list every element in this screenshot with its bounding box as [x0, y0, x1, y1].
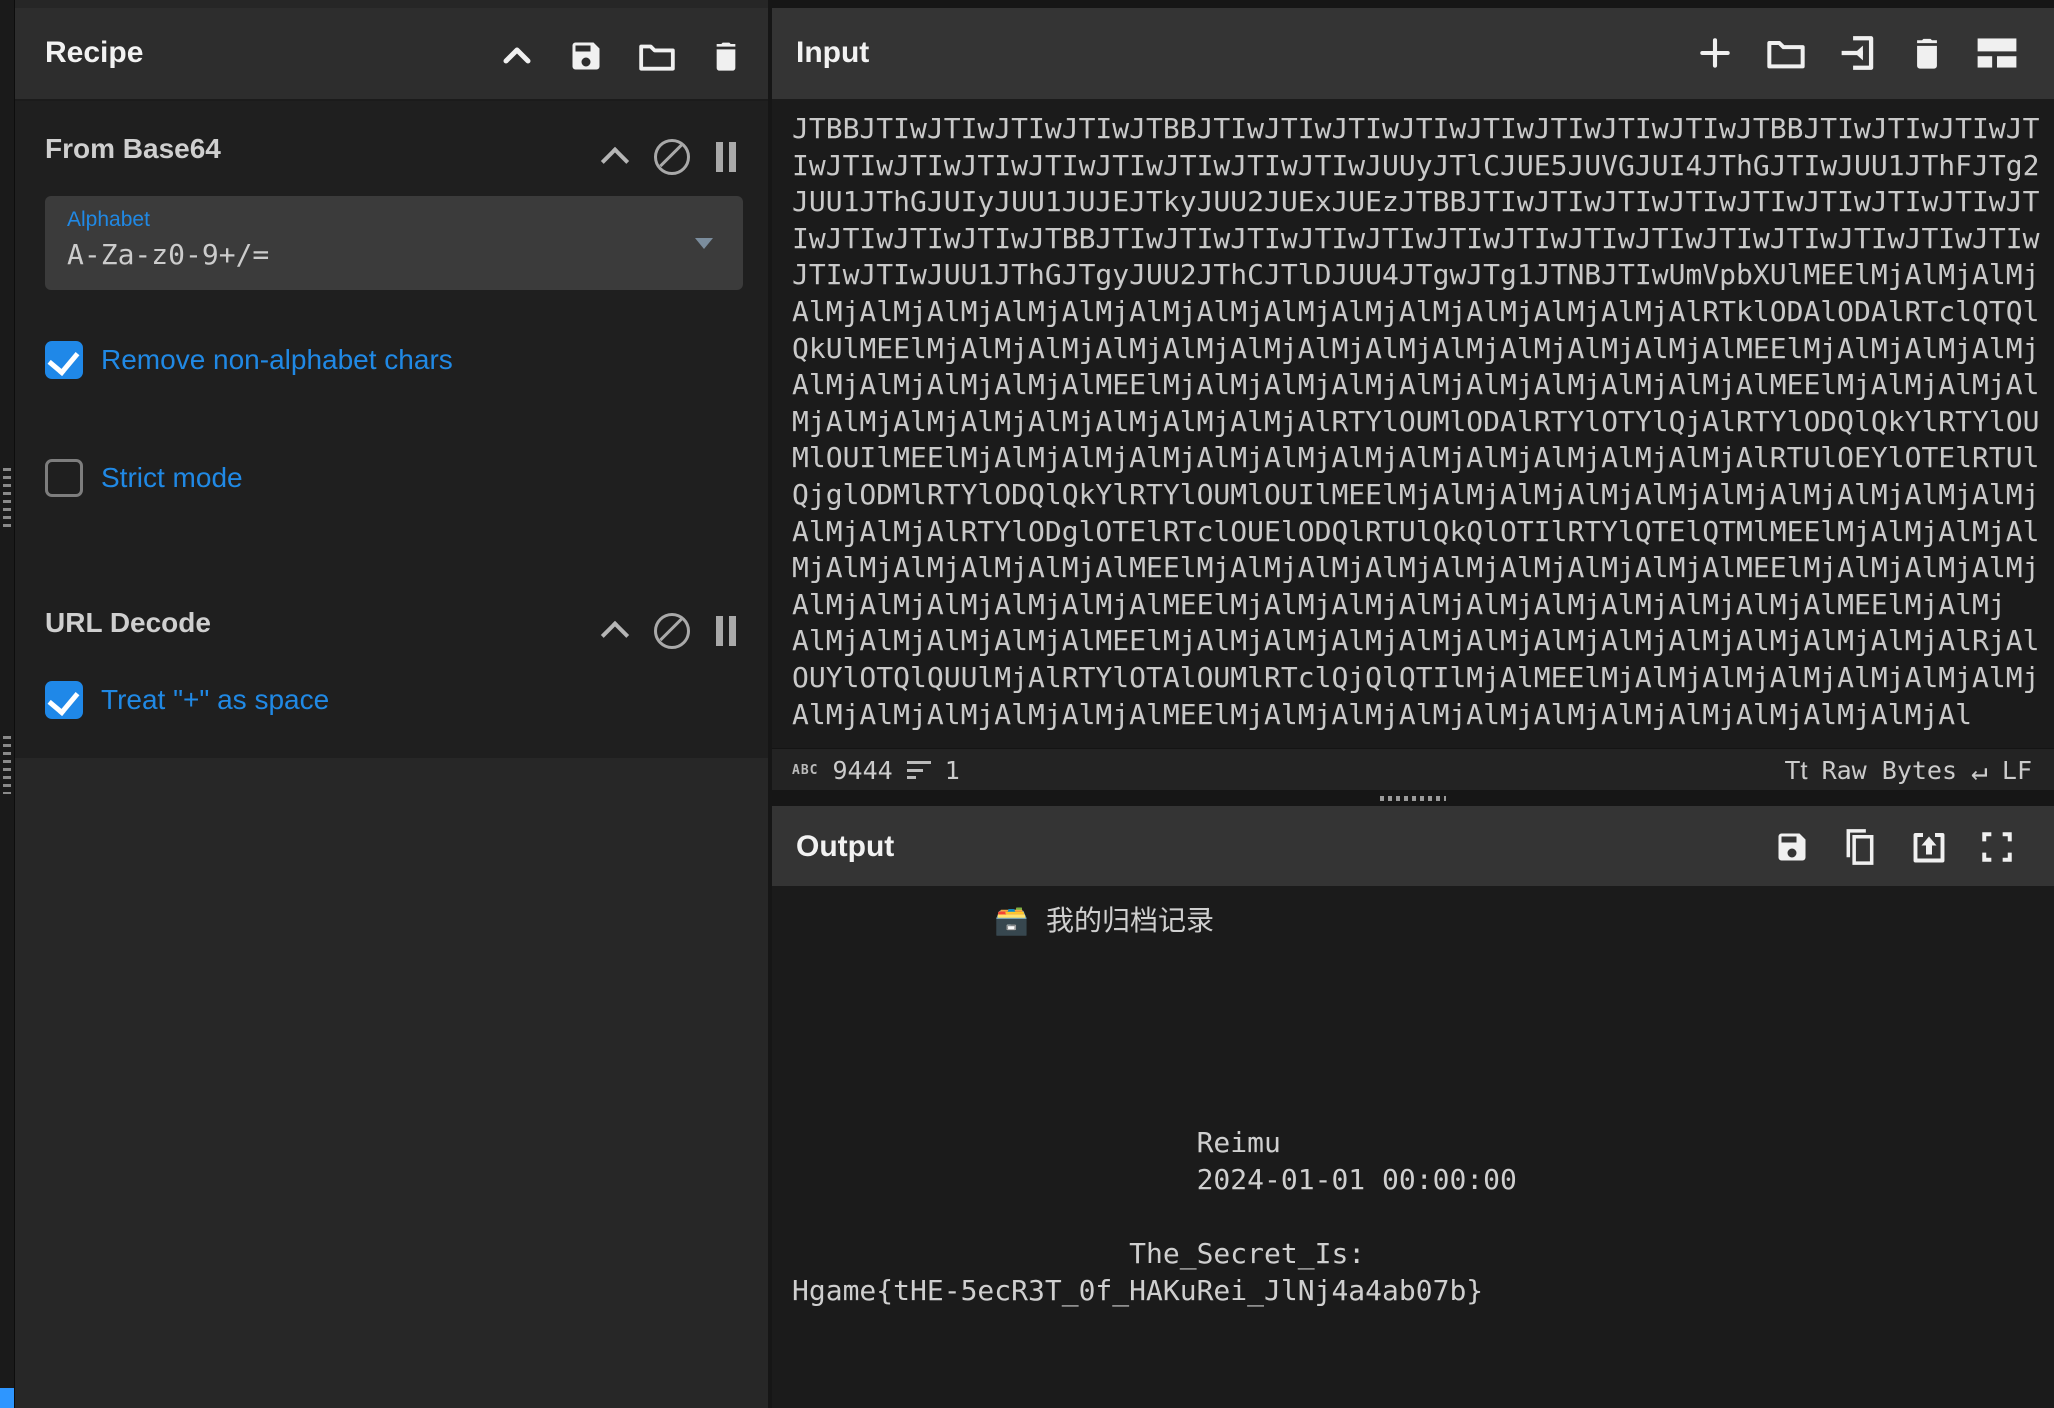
alphabet-value: A-Za-z0-9+/=: [67, 238, 269, 271]
input-status-bar: ABC 9444 1 Tt Raw Bytes ↵ LF: [772, 748, 2054, 791]
maximize-output-icon[interactable]: [1980, 830, 2014, 864]
save-recipe-icon[interactable]: [568, 38, 604, 74]
operation-title: URL Decode: [45, 607, 211, 639]
save-output-icon[interactable]: [1774, 829, 1810, 865]
character-encoding-value[interactable]: Raw Bytes: [1822, 756, 1957, 785]
breakpoint-pause-icon[interactable]: [714, 616, 738, 646]
copy-output-icon[interactable]: [1842, 828, 1878, 866]
checkbox-checked-icon[interactable]: [45, 341, 83, 379]
eol-value[interactable]: LF: [2002, 756, 2032, 785]
breakpoint-pause-icon[interactable]: [714, 142, 738, 172]
recipe-drop-zone[interactable]: [15, 758, 768, 1408]
open-file-folder-icon[interactable]: [1766, 36, 1806, 70]
checkbox-label: Strict mode: [101, 462, 243, 494]
chevron-down-icon: [695, 238, 713, 249]
checkbox-label: Remove non-alphabet chars: [101, 344, 453, 376]
input-output-splitter[interactable]: [772, 790, 2054, 806]
operation-url-decode[interactable]: URL Decode Treat "+" as space: [15, 585, 768, 760]
alphabet-label: Alphabet: [67, 208, 150, 232]
input-tab-layout-icon[interactable]: [1976, 36, 2018, 70]
open-folder-as-input-icon[interactable]: [1838, 35, 1878, 71]
strict-mode-option[interactable]: Strict mode: [45, 459, 243, 497]
character-encoding-icon[interactable]: Tt: [1784, 755, 1807, 786]
character-count-icon: ABC: [792, 763, 818, 778]
checkbox-label: Treat "+" as space: [101, 684, 329, 716]
checkbox-unchecked-icon[interactable]: [45, 459, 83, 497]
splitter-drag-dots[interactable]: [1380, 796, 1446, 801]
remove-non-alphabet-chars-option[interactable]: Remove non-alphabet chars: [45, 341, 453, 379]
eol-return-icon[interactable]: ↵: [1971, 754, 1988, 787]
output-header: Output: [772, 806, 2054, 888]
recipe-panel-title: Recipe: [45, 36, 143, 70]
move-output-to-input-icon[interactable]: [1910, 829, 1948, 865]
line-count-icon: [907, 761, 931, 779]
collapse-operation-icon[interactable]: [602, 149, 630, 165]
character-count: 9444: [832, 756, 892, 785]
input-text[interactable]: JTBBJTIwJTIwJTIwJTIwJTBBJTIwJTIwJTIwJTIw…: [772, 101, 2054, 733]
output-text[interactable]: 🗃️ 我的归档记录 Reimu 2024-01-01 00:00:00 The_…: [772, 888, 2054, 1309]
collapse-operation-icon[interactable]: [602, 623, 630, 639]
load-recipe-folder-icon[interactable]: [638, 40, 676, 72]
operation-title: From Base64: [45, 133, 221, 165]
recipe-header: Recipe: [15, 8, 768, 101]
input-header: Input: [772, 8, 2054, 101]
input-editor[interactable]: JTBBJTIwJTIwJTIwJTIwJTBBJTIwJTIwJTIwJTIw…: [772, 101, 2054, 748]
checkbox-checked-icon[interactable]: [45, 681, 83, 719]
favourites-drop-zone[interactable]: [0, 1388, 14, 1408]
panel-drag-handle[interactable]: [3, 736, 11, 794]
collapse-recipe-icon[interactable]: [500, 43, 534, 69]
clear-input-trash-icon[interactable]: [1910, 34, 1944, 72]
clear-recipe-trash-icon[interactable]: [710, 38, 742, 74]
line-count: 1: [945, 756, 960, 785]
add-input-tab-icon[interactable]: [1696, 34, 1734, 72]
cyberchef-app: Recipe From Base64: [0, 0, 2054, 1408]
output-panel-title: Output: [796, 830, 894, 864]
panel-drag-handle[interactable]: [3, 468, 11, 532]
disable-operation-icon[interactable]: [654, 139, 690, 175]
operation-from-base64[interactable]: From Base64 Alphabet A-Za-z0-9+/= Remove…: [15, 101, 768, 587]
treat-plus-as-space-option[interactable]: Treat "+" as space: [45, 681, 329, 719]
operations-panel-edge[interactable]: [0, 0, 15, 1408]
input-panel-title: Input: [796, 36, 869, 70]
recipe-panel: Recipe From Base64: [15, 0, 768, 1408]
output-viewer[interactable]: 🗃️ 我的归档记录 Reimu 2024-01-01 00:00:00 The_…: [772, 888, 2054, 1408]
alphabet-select[interactable]: Alphabet A-Za-z0-9+/=: [45, 196, 743, 290]
recipe-list: From Base64 Alphabet A-Za-z0-9+/= Remove…: [15, 101, 768, 758]
disable-operation-icon[interactable]: [654, 613, 690, 649]
